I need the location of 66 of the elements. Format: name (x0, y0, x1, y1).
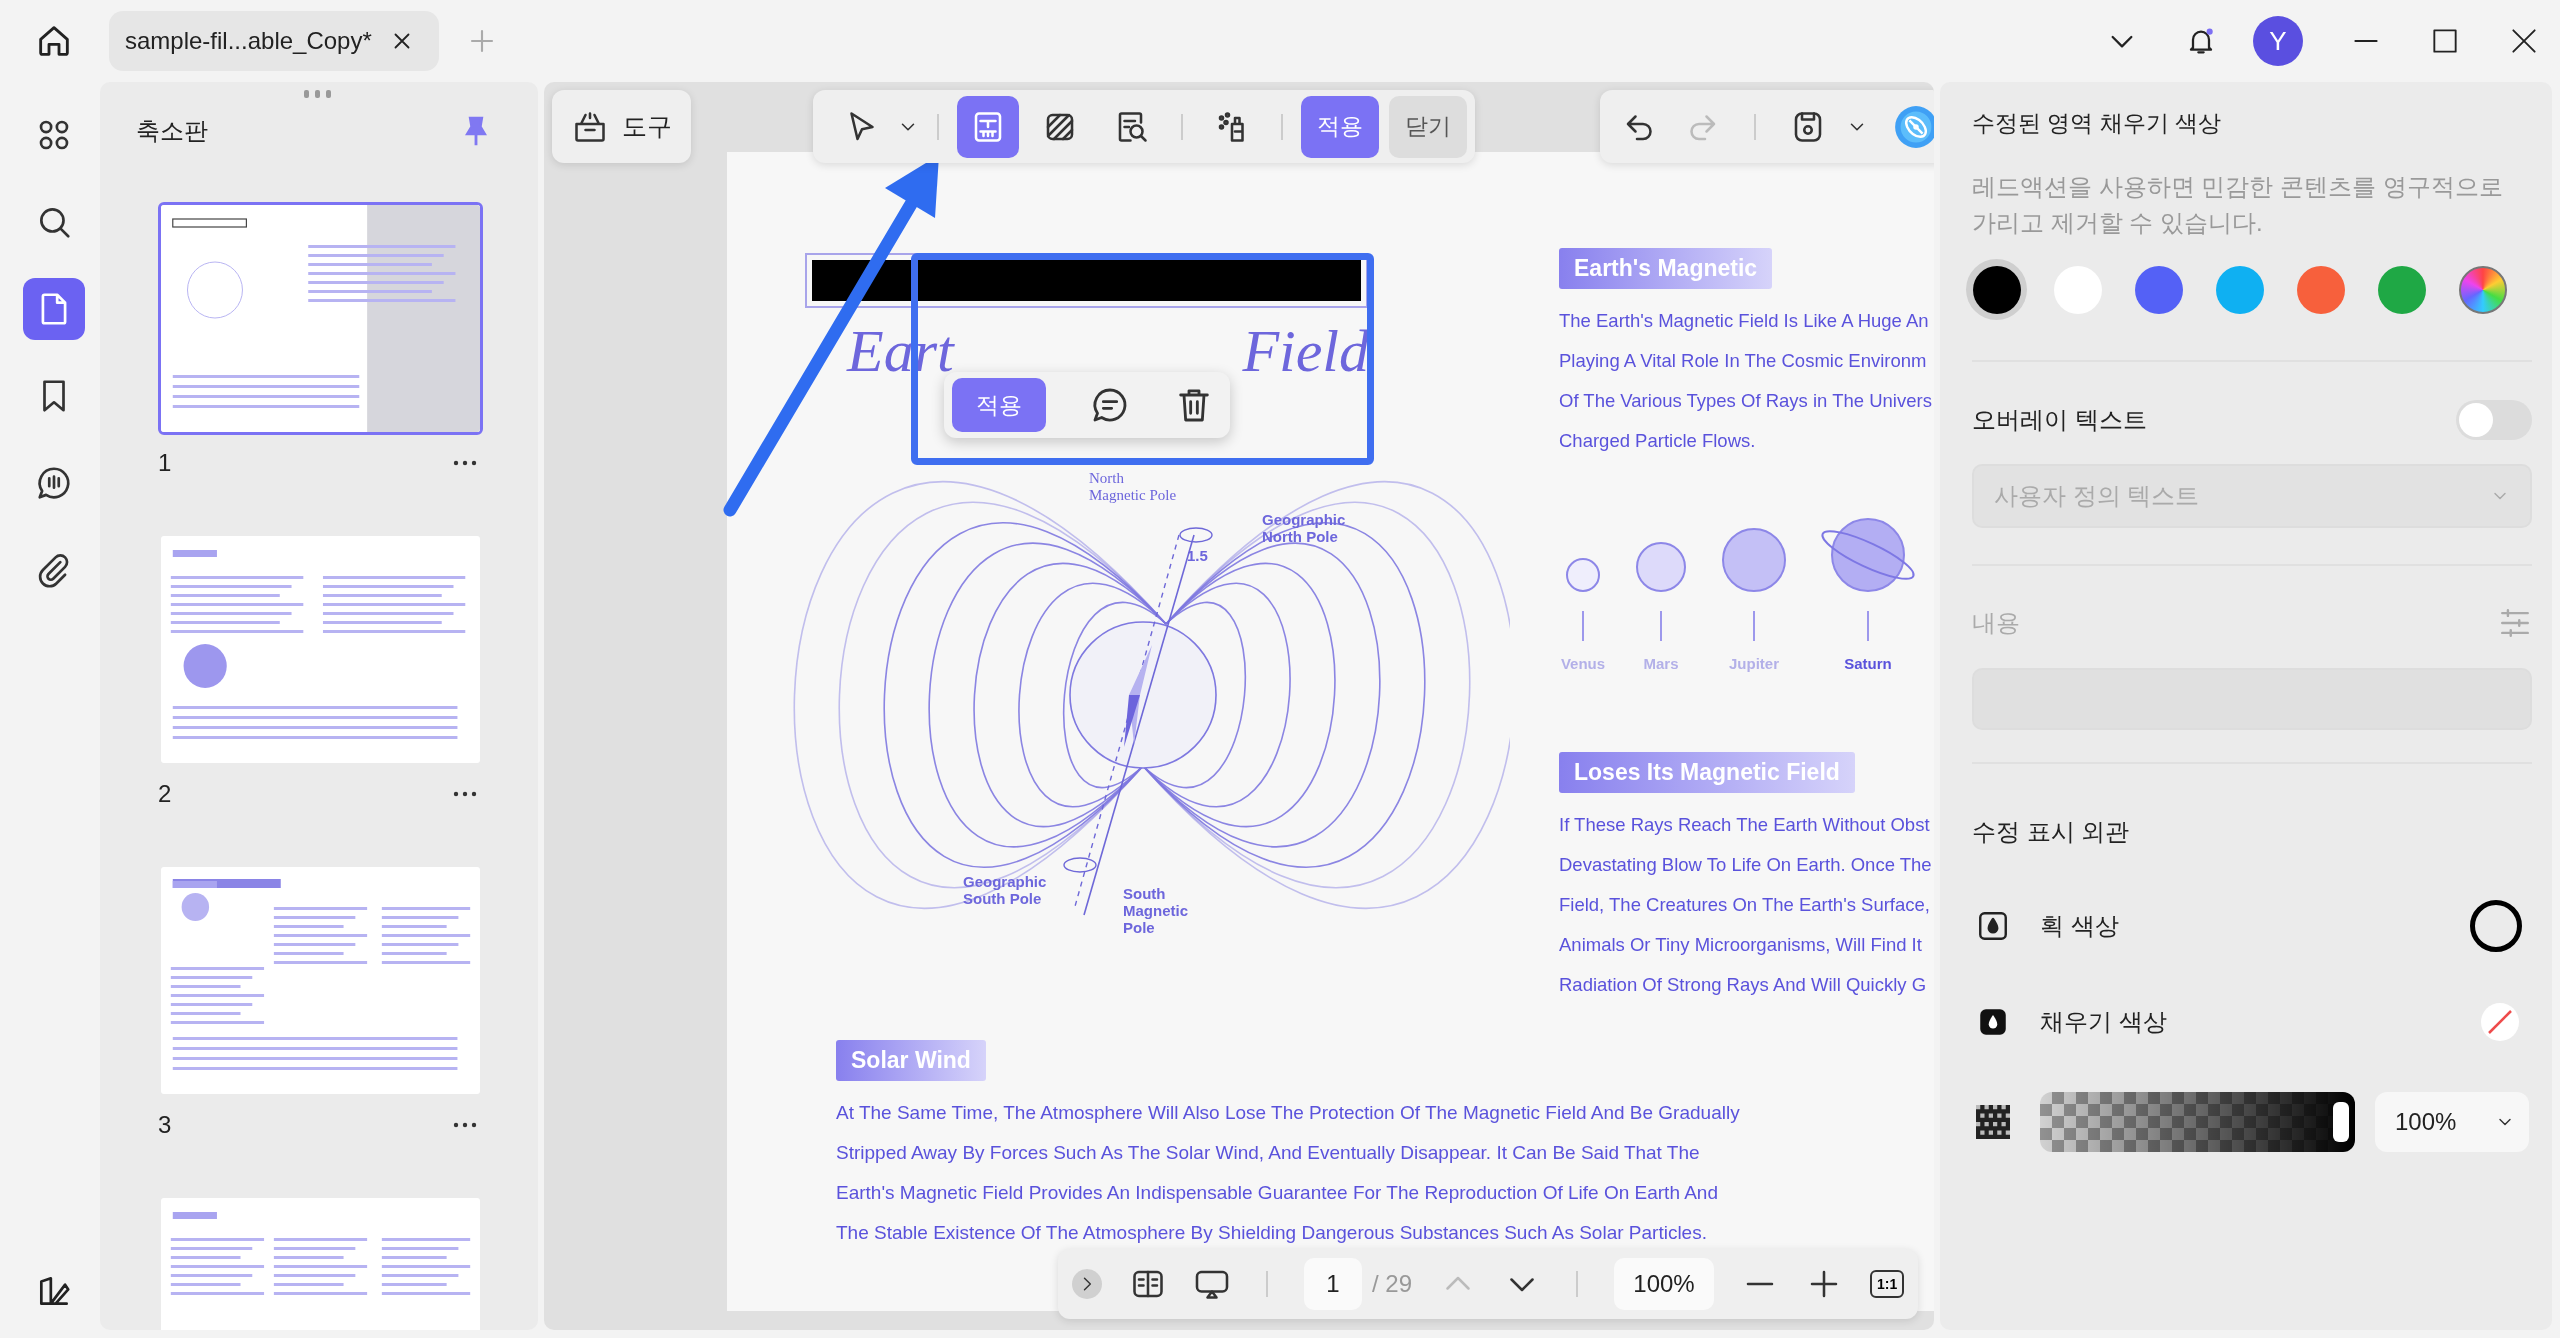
planet-label: Venus (1560, 655, 1606, 672)
planet-label: Jupiter (1729, 655, 1779, 672)
user-avatar[interactable]: Y (2253, 16, 2303, 66)
panel-description: 레드액션을 사용하면 민감한 콘텐츠를 영구적으로 가리고 제거할 수 있습니다. (1972, 172, 2504, 238)
assistant-icon[interactable] (1894, 104, 1934, 149)
body-text: Charged Particle Flows. (1559, 429, 1757, 453)
apply-button[interactable]: 적용 (1301, 95, 1379, 158)
stroke-color-label: 획 색상 (2040, 911, 2120, 941)
stroke-color-swatch[interactable] (2470, 900, 2522, 952)
section-title: 수정 표시 외관 (1972, 817, 2131, 847)
diagram-label: Geographic South Pole (963, 873, 1047, 907)
overlay-label: 오버레이 텍스트 (1972, 405, 2147, 435)
drag-handle[interactable] (302, 88, 333, 100)
tab-title: sample-fil...able_Copy* (125, 27, 372, 55)
panel-title: 축소판 (136, 116, 208, 146)
page-count: / 29 (1372, 1270, 1413, 1298)
sliders-icon[interactable] (2498, 606, 2532, 640)
actual-size-button[interactable]: 1:1 (1870, 1270, 1905, 1298)
body-text: Playing A Vital Role In The Cosmic Environm (1559, 349, 1928, 373)
more-icon[interactable] (453, 460, 477, 466)
no-color-swatch[interactable] (2480, 1002, 2520, 1042)
diagram-label: North Magnetic Pole (1089, 470, 1177, 503)
more-icon[interactable] (453, 1122, 477, 1128)
planet-label: Saturn (1844, 655, 1892, 672)
page-number: 2 (158, 780, 172, 808)
document-title: Field (1242, 317, 1369, 386)
page-number: 3 (158, 1111, 172, 1139)
section-heading: Earth's Magnetic (1559, 248, 1773, 289)
body-text: If These Rays Reach The Earth Without Obst (1559, 813, 1931, 837)
body-text: Animals Or Tiny Microorganisms, Will Find It (1559, 933, 1923, 957)
more-icon[interactable] (453, 791, 477, 797)
body-text: Devastating Blow To Life On Earth. Once The (1559, 853, 1932, 877)
section-heading: Solar Wind (836, 1039, 986, 1081)
fill-color-label: 채우기 색상 (2040, 1007, 2168, 1037)
body-text: The Earth's Magnetic Field Is Like A Huge An (1559, 309, 1930, 333)
body-text: At The Same Time, The Atmosphere Will Also Lose The Protection Of The Magnetic Field And Be Gradually (836, 1100, 1741, 1125)
page-icon[interactable] (23, 278, 85, 340)
page-thumbnail[interactable] (158, 533, 483, 766)
section-heading: Loses Its Magnetic Field (1559, 752, 1855, 793)
page-number-field[interactable]: 1 (1304, 1258, 1362, 1310)
planet-label: Mars (1643, 655, 1679, 672)
toggle-switch[interactable] (2456, 400, 2532, 440)
diagram-label: South Magnetic Pole (1123, 885, 1188, 936)
document-tab[interactable]: sample-fil...able_Copy* (109, 11, 439, 71)
body-text: Stripped Away By Forces Such As The Solar Wind, And Eventually Disappear. It Can Be Said That The (836, 1140, 1701, 1165)
drop-icon (1976, 909, 2010, 943)
apply-button[interactable]: 적용 (952, 378, 1046, 432)
expand-icon[interactable] (1072, 1269, 1102, 1299)
body-text: Radiation Of Strong Rays And Will Quickly G (1559, 973, 1928, 997)
diagram-label: 1.5 (1187, 547, 1208, 564)
area-tool-button[interactable] (957, 95, 1019, 158)
body-text: Field, The Creatures On The Earth's Surface, (1559, 893, 1931, 917)
body-text: Earth's Magnetic Field Provides An Indispensable Guarantee For The Reproduction Of Life On Earth And (836, 1180, 1719, 1205)
body-text: The Stable Existence Of The Atmosphere By Shielding Dangerous Substances Such As Solar Particles. (836, 1220, 1708, 1245)
transparency-icon (1976, 1105, 2010, 1139)
page-thumbnail[interactable] (158, 864, 483, 1097)
body-text: Of The Various Types Of Rays in The Univers (1559, 389, 1932, 413)
opacity-slider[interactable] (2040, 1092, 2355, 1152)
panel-title: 수정된 영역 채우기 색상 (1972, 109, 2223, 138)
tools-button[interactable]: 도구 (552, 90, 691, 163)
content-label: 내용 (1972, 608, 2020, 638)
opacity-dropdown[interactable]: 100% (2375, 1092, 2529, 1152)
page-thumbnail[interactable] (158, 202, 483, 435)
page-number: 1 (158, 449, 172, 477)
close-button[interactable]: 닫기 (1389, 95, 1467, 158)
zoom-field[interactable]: 100% (1614, 1258, 1715, 1310)
